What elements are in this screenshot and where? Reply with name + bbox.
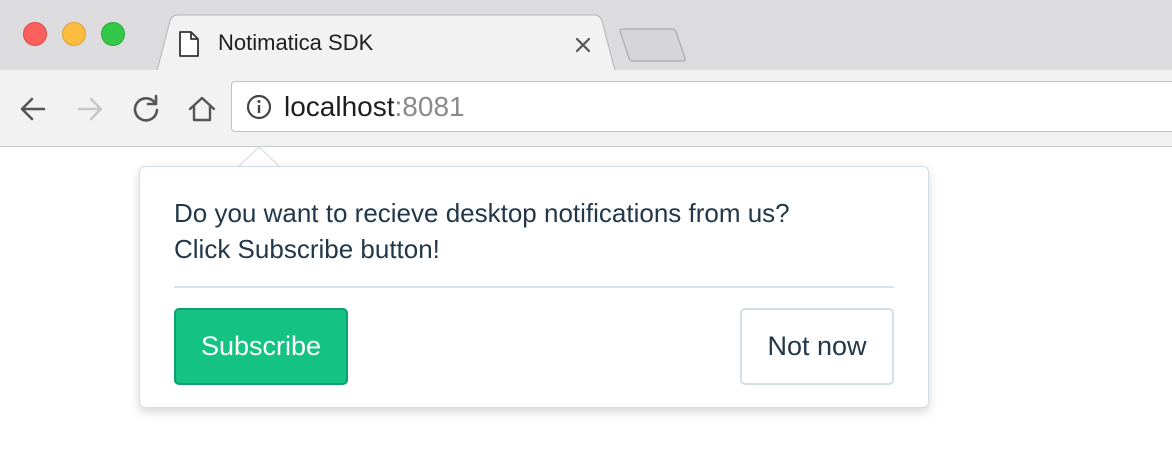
browser-toolbar: localhost:8081 [0, 70, 1172, 147]
window-minimize-button[interactable] [62, 22, 86, 46]
new-tab-button[interactable] [618, 28, 688, 69]
notification-prompt: Do you want to recieve desktop notificat… [139, 166, 929, 408]
tab-strip: Notimatica SDK [0, 0, 1172, 74]
arrow-right-icon[interactable] [75, 94, 105, 124]
tab-shape [142, 14, 630, 74]
url-port: :8081 [394, 91, 465, 122]
prompt-message-line1: Do you want to recieve desktop notificat… [174, 198, 790, 228]
document-icon [178, 31, 200, 62]
window-close-button[interactable] [23, 22, 47, 46]
popover-arrow [238, 146, 280, 168]
window-maximize-button[interactable] [101, 22, 125, 46]
prompt-message-line2: Click Subscribe button! [174, 234, 440, 264]
url-host: localhost [284, 91, 395, 122]
home-icon[interactable] [187, 94, 217, 124]
close-icon[interactable] [572, 34, 594, 56]
address-bar[interactable]: localhost:8081 [231, 81, 1172, 132]
url-text[interactable]: localhost:8081 [284, 91, 465, 123]
browser-tab[interactable]: Notimatica SDK [142, 14, 630, 74]
arrow-left-icon[interactable] [18, 94, 48, 124]
info-icon[interactable] [246, 94, 272, 120]
prompt-message: Do you want to recieve desktop notificat… [174, 195, 904, 267]
divider [174, 286, 894, 288]
reload-icon[interactable] [131, 94, 161, 124]
not-now-button[interactable]: Not now [740, 308, 894, 385]
subscribe-button[interactable]: Subscribe [174, 308, 348, 385]
tab-title: Notimatica SDK [218, 30, 374, 55]
